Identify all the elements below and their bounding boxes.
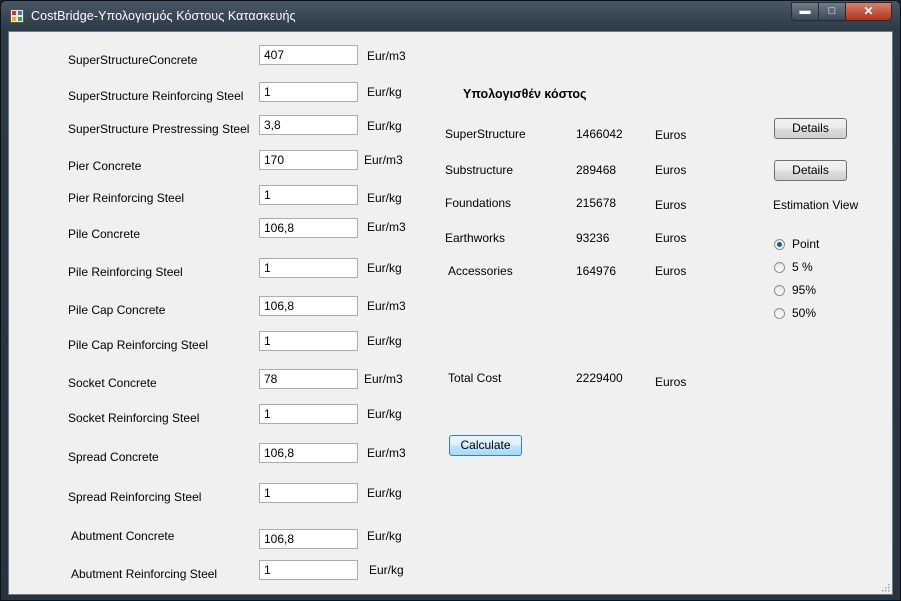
superstructure-reinforcing-steel-input[interactable]: 1 [259,82,358,102]
unit-label: Eur/kg [367,261,402,275]
total-cost-unit: Euros [655,375,687,389]
result-label: SuperStructure [445,127,526,141]
socket-reinforcing-steel-input[interactable]: 1 [259,404,358,424]
total-cost-label: Total Cost [448,371,502,385]
result-value: 164976 [576,264,617,278]
abutment-reinforcing-steel-input[interactable]: 1 [259,560,358,580]
pier-concrete-input[interactable]: 170 [259,150,358,170]
input-label: SuperStructure Reinforcing Steel [68,89,244,103]
result-value: 1466042 [576,127,623,141]
unit-label: Eur/m3 [367,49,406,63]
input-label: SuperStructure Prestressing Steel [68,122,250,136]
unit-label: Eur/kg [367,407,402,421]
result-unit: Euros [655,128,687,142]
unit-label: Eur/m3 [367,446,406,460]
input-label: SuperStructureConcrete [68,53,198,67]
unit-label: Eur/m3 [364,153,403,167]
input-label: Pier Reinforcing Steel [68,191,185,205]
unit-label: Eur/m3 [367,299,406,313]
result-value: 93236 [576,231,610,245]
close-icon: ✕ [863,4,874,18]
input-label: Pile Cap Concrete [68,303,166,317]
unit-label: Eur/kg [367,334,402,348]
pile-cap-reinforcing-steel-input[interactable]: 1 [259,331,358,351]
app-window: CostBridge-Υπολογισμός Κόστους Κατασκευή… [0,0,901,601]
unit-label: Eur/m3 [364,372,403,386]
minimize-icon: ▬ [799,5,811,17]
unit-label: Eur/kg [367,85,402,99]
window-title: CostBridge-Υπολογισμός Κόστους Κατασκευή… [31,9,296,23]
superstructure-prestressing-steel-input[interactable]: 3,8 [259,115,358,135]
input-label: Socket Reinforcing Steel [68,411,200,425]
form-client-area: SuperStructureConcrete 407 Eur/m3 SuperS… [8,31,893,595]
input-label: Abutment Reinforcing Steel [71,567,218,581]
radio-50-percent-label[interactable]: 50% [792,306,816,320]
pile-reinforcing-steel-input[interactable]: 1 [259,258,358,278]
result-label: Foundations [445,196,512,210]
radio-point[interactable] [774,239,785,250]
result-value: 215678 [576,196,617,210]
radio-95-percent-label[interactable]: 95% [792,283,816,297]
resize-grip-icon[interactable] [880,582,890,592]
spread-concrete-input[interactable]: 106,8 [259,443,358,463]
superstructure-details-button[interactable]: Details [774,118,847,139]
result-label: Earthworks [445,231,506,245]
result-label: Accessories [448,264,513,278]
result-unit: Euros [655,198,687,212]
radio-50-percent[interactable] [774,308,785,319]
result-unit: Euros [655,231,687,245]
abutment-concrete-input[interactable]: 106,8 [259,529,358,549]
calculate-button[interactable]: Calculate [449,435,522,456]
result-label: Substructure [445,163,514,177]
pile-concrete-input[interactable]: 106,8 [259,218,358,238]
radio-5-percent-label[interactable]: 5 % [792,260,813,274]
input-label: Pile Reinforcing Steel [68,265,183,279]
unit-label: Eur/kg [369,563,404,577]
unit-label: Eur/kg [367,529,402,543]
total-cost-value: 2229400 [576,371,623,385]
maximize-button[interactable]: □ [818,2,846,21]
unit-label: Eur/m3 [367,220,406,234]
input-label: Spread Reinforcing Steel [68,490,202,504]
radio-point-label[interactable]: Point [792,237,819,251]
spread-reinforcing-steel-input[interactable]: 1 [259,483,358,503]
title-bar[interactable]: CostBridge-Υπολογισμός Κόστους Κατασκευή… [1,1,900,31]
input-label: Pile Cap Reinforcing Steel [68,338,209,352]
input-label: Pile Concrete [68,227,141,241]
result-unit: Euros [655,264,687,278]
input-label: Pier Concrete [68,159,142,173]
app-icon [10,9,24,23]
unit-label: Eur/kg [367,191,402,205]
minimize-button[interactable]: ▬ [791,2,819,21]
socket-concrete-input[interactable]: 78 [259,369,358,389]
result-value: 289468 [576,163,617,177]
unit-label: Eur/kg [367,119,402,133]
unit-label: Eur/kg [367,486,402,500]
results-heading: Υπολογισθέν κόστος [463,87,587,101]
superstructure-concrete-input[interactable]: 407 [259,45,358,65]
radio-5-percent[interactable] [774,262,785,273]
close-button[interactable]: ✕ [845,2,892,21]
radio-95-percent[interactable] [774,285,785,296]
input-label: Socket Concrete [68,376,157,390]
estimation-view-label: Estimation View [773,198,859,212]
result-unit: Euros [655,163,687,177]
substructure-details-button[interactable]: Details [774,160,847,181]
pile-cap-concrete-input[interactable]: 106,8 [259,296,358,316]
input-label: Spread Concrete [68,450,159,464]
input-label: Abutment Concrete [71,529,175,543]
pier-reinforcing-steel-input[interactable]: 1 [259,185,358,205]
maximize-icon: □ [828,5,836,17]
